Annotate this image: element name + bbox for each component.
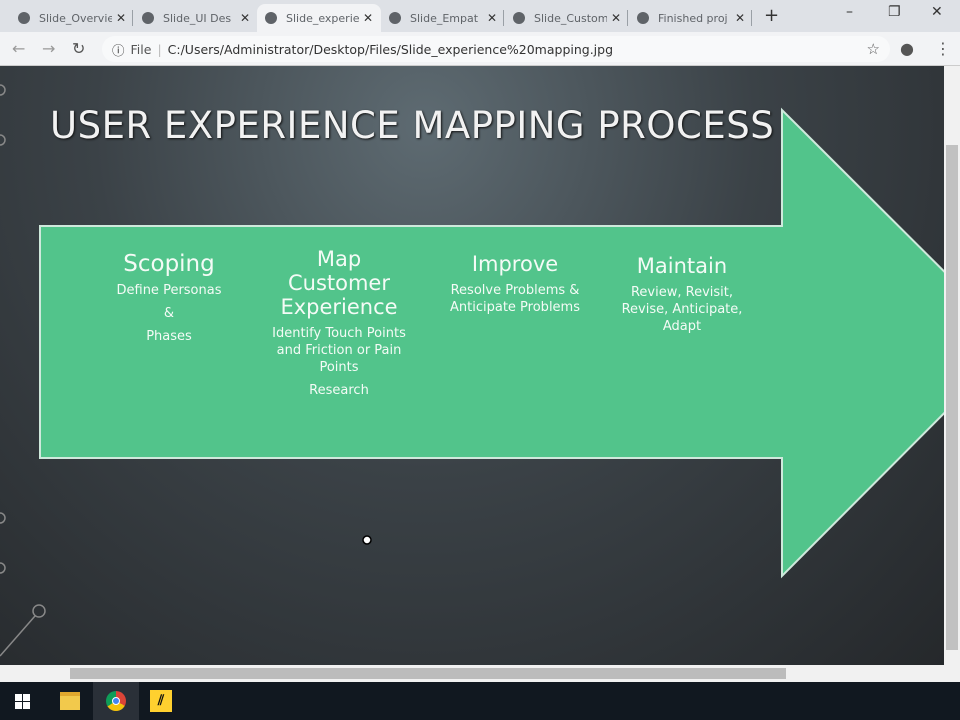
tab-slide-empathy[interactable]: Slide_Empat ✕ [381,4,505,32]
tab-slide-customer[interactable]: Slide_Custom ✕ [505,4,629,32]
url-bar[interactable]: ⓘ File | C:/Users/Administrator/Desktop/… [102,36,890,62]
tab-bar: Slide_Overview✕ Slide_UI Des✕ Slide_expe… [0,0,960,32]
decor-circle [0,84,6,96]
decor-circle [0,134,6,146]
menu-icon[interactable]: ⋮ [935,39,951,58]
decor-circle [32,604,46,618]
horizontal-scroll-thumb[interactable] [70,668,786,679]
profile-icon[interactable]: ● [900,39,914,58]
globe-icon [18,12,30,24]
globe-icon [265,12,277,24]
tab-slide-experience[interactable]: Slide_experience✕ [257,4,381,32]
bookmark-star-icon[interactable]: ☆ [867,40,880,58]
close-tab-icon[interactable]: ✕ [116,11,126,25]
vertical-scrollbar[interactable] [944,66,960,665]
close-tab-icon[interactable]: ✕ [487,11,497,25]
close-tab-icon[interactable]: ✕ [611,11,621,25]
globe-icon [513,12,525,24]
forward-icon[interactable]: → [42,39,55,58]
step-improve: Improve Resolve Problems & Anticipate Pr… [450,252,580,315]
slide-title: USER EXPERIENCE MAPPING PROCESS [50,104,775,147]
globe-icon [389,12,401,24]
close-window-button[interactable]: ✕ [931,4,943,20]
new-tab-button[interactable]: + [764,5,779,26]
close-tab-icon[interactable]: ✕ [735,11,745,25]
tab-finished-project[interactable]: Finished proj ✕ [629,4,753,32]
close-tab-icon[interactable]: ✕ [363,11,373,25]
windows-start-icon[interactable] [15,694,30,709]
reload-icon[interactable]: ↻ [72,39,85,58]
globe-icon [142,12,154,24]
file-label: File [130,41,152,57]
zoom-cursor-icon [362,535,372,545]
chrome-icon[interactable] [106,691,126,711]
step-scoping: Scoping Define Personas & Phases [116,251,222,344]
slide-graphics [0,84,944,657]
restore-button[interactable]: ❐ [888,4,901,20]
horizontal-scrollbar[interactable] [0,665,960,682]
url-text[interactable]: C:/Users/Administrator/Desktop/Files/Sli… [168,42,613,57]
back-icon[interactable]: ← [12,39,25,58]
taskbar: ⫽ [0,682,960,720]
decor-circle [0,512,6,524]
info-icon[interactable]: ⓘ [112,40,125,59]
miro-icon[interactable]: ⫽ [150,690,172,712]
file-explorer-icon[interactable] [60,692,80,710]
step-map-experience: Map Customer Experience Identify Touch P… [272,247,406,398]
address-bar-row: ← → ↻ ⓘ File | C:/Users/Administrator/De… [0,32,960,66]
step-maintain: Maintain Review, Revisit, Revise, Antici… [621,254,743,334]
close-tab-icon[interactable]: ✕ [240,11,250,25]
image-viewer: USER EXPERIENCE MAPPING PROCESS Scoping … [0,66,944,665]
tab-slide-overview[interactable]: Slide_Overview✕ [10,4,134,32]
decor-circle [0,562,6,574]
globe-icon [637,12,649,24]
vertical-scroll-thumb[interactable] [946,145,958,650]
tab-slide-ui-design[interactable]: Slide_UI Des ✕ [134,4,258,32]
minimize-button[interactable]: – [846,4,853,20]
